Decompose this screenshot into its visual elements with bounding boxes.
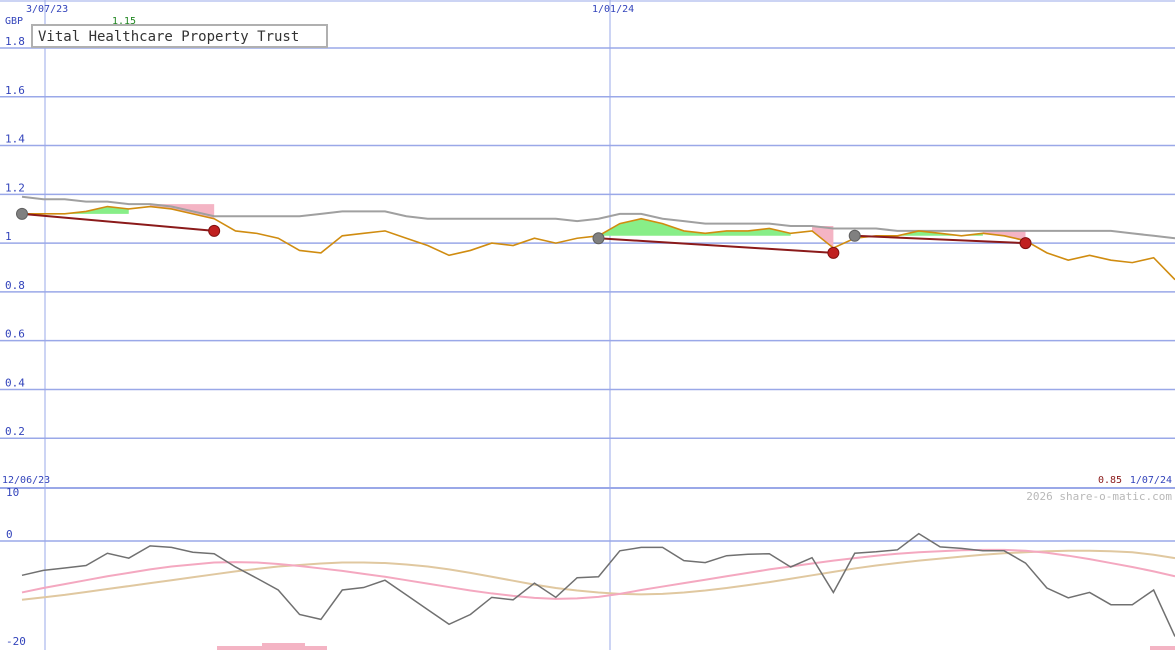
price-tick-label: 0.6 <box>5 328 25 341</box>
bottom-left-date: 12/06/23 <box>2 475 50 486</box>
chart-title-box: Vital Healthcare Property Trust <box>31 24 328 48</box>
peak-marker <box>848 229 861 242</box>
oscillator-tick-label: -20 <box>6 635 26 648</box>
price-tick-label: 1.4 <box>5 133 25 146</box>
trough-marker <box>1019 237 1032 250</box>
currency-label: GBP <box>5 16 23 27</box>
price-chart: 0.2 0.4 0.6 0.8 1 1.2 1.4 1.6 1.8 10 0 -20 GBP 3/07… <box>0 0 1175 650</box>
price-tick-label: 0.4 <box>5 376 25 389</box>
oscillator-tick-label: 10 <box>6 486 19 499</box>
peak-marker <box>16 207 28 220</box>
trough-marker <box>208 224 221 237</box>
chart-title: Vital Healthcare Property Trust <box>38 29 299 45</box>
top-left-date: 3/07/23 <box>26 4 68 15</box>
price-tick-label: 1.2 <box>5 181 25 194</box>
bottom-right-date: 1/07/24 <box>1130 475 1172 486</box>
oscillator-tick-label: 0 <box>6 528 13 541</box>
trough-marker <box>827 246 840 259</box>
peak-marker <box>592 232 605 245</box>
price-tick-label: 1.8 <box>5 35 25 48</box>
oscillator-bar <box>262 643 305 650</box>
price-tick-label: 0.2 <box>5 425 25 438</box>
price-tick-label: 0.8 <box>5 279 25 292</box>
oscillator-bar <box>1150 646 1175 650</box>
price-tick-label: 1.6 <box>5 84 25 97</box>
price-tick-label: 1 <box>5 230 12 243</box>
top-mid-date: 1/01/24 <box>592 4 634 15</box>
watermark: 2026 share-o-matic.com <box>1026 490 1172 503</box>
min-price-label: 0.85 <box>1098 475 1122 486</box>
